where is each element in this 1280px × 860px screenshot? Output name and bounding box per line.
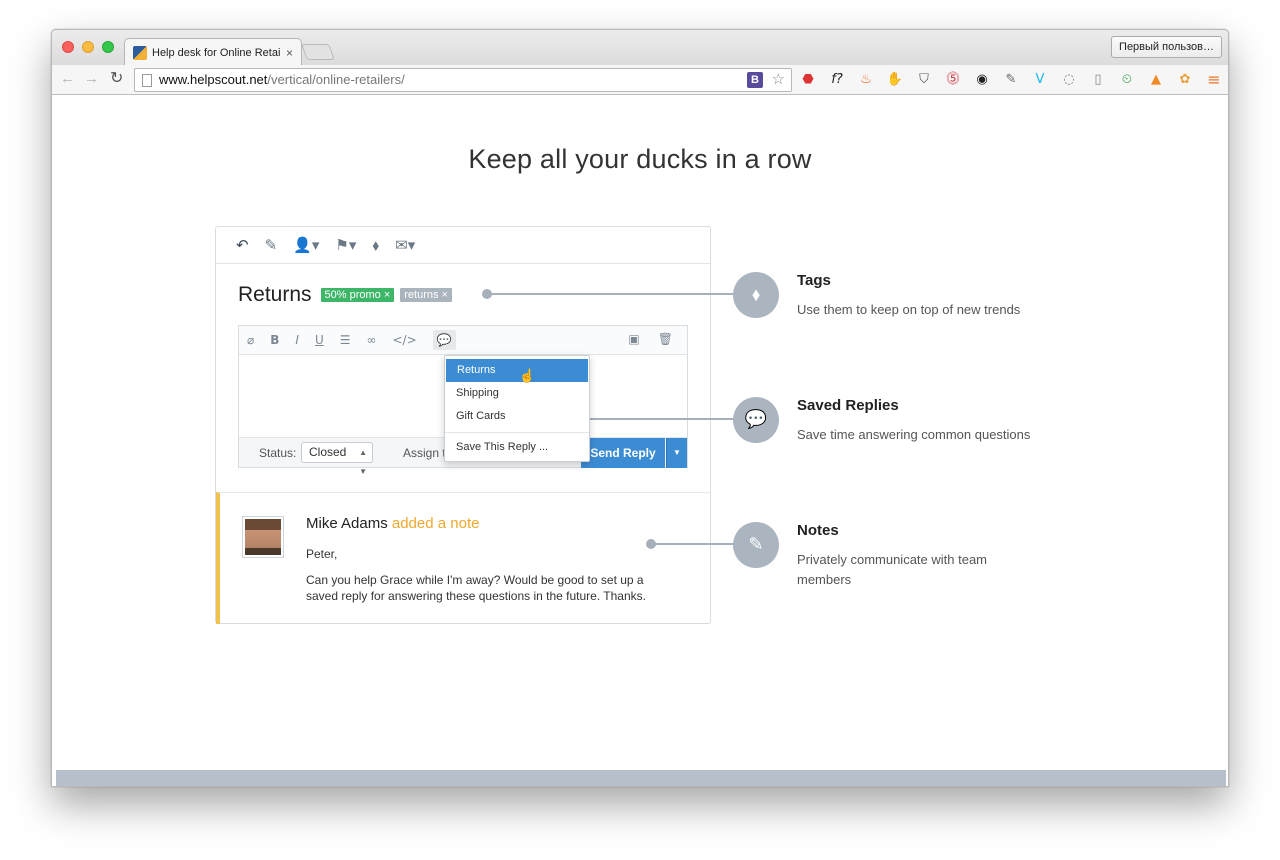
underline-icon[interactable]: U xyxy=(315,333,324,347)
pinterest-icon[interactable]: ⓹ xyxy=(943,70,963,90)
saved-reply-item[interactable]: Gift Cards xyxy=(445,405,589,428)
hand-cursor-icon: ☝ xyxy=(519,368,536,383)
helpdesk-mockup: ↶ ✎ 👤▾ ⚑▾ ⬧ ✉▾ Returns 50% promo × retur… xyxy=(215,226,711,624)
subject-row: Returns 50% promo × returns × xyxy=(238,283,452,307)
feature-desc: Save time answering common questions xyxy=(797,427,1031,442)
timer-icon[interactable]: ⏲ xyxy=(1117,70,1137,90)
editor-actions: ▣ 🗑 xyxy=(628,332,673,346)
feature-title: Saved Replies xyxy=(797,397,899,414)
vimeo-icon[interactable]: V xyxy=(1030,70,1050,90)
select-caret-icon: ▲ ▼ xyxy=(359,448,367,476)
menu-icon[interactable]: ≡ xyxy=(1204,70,1224,90)
note-author: Mike Adams xyxy=(306,515,388,532)
fx-icon[interactable]: f? xyxy=(827,70,847,90)
favicon-icon xyxy=(133,45,147,60)
saved-reply-item[interactable]: Shipping xyxy=(445,382,589,405)
bootstrap-extension-icon[interactable]: B xyxy=(747,72,763,88)
pocket-icon[interactable]: ⛉ xyxy=(914,70,934,90)
avatar xyxy=(242,516,284,558)
note-body: Can you help Grace while I'm away? Would… xyxy=(306,573,646,603)
camera-icon[interactable]: ◉ xyxy=(972,70,992,90)
code-icon[interactable]: </> xyxy=(393,333,417,347)
tag-returns[interactable]: returns × xyxy=(400,288,452,302)
evernote-icon[interactable]: ✋ xyxy=(885,70,905,90)
replies-connector-line xyxy=(565,418,737,420)
mail-icon[interactable]: ✉▾ xyxy=(395,236,415,254)
tags-connector-line xyxy=(487,293,737,295)
reload-button[interactable]: ↻ xyxy=(110,71,123,87)
circle-icon[interactable]: ◌ xyxy=(1059,70,1079,90)
browser-window: Help desk for Online Retail × Первый пол… xyxy=(51,29,1229,787)
address-bar[interactable]: www.helpscout.net/vertical/online-retail… xyxy=(134,68,792,92)
list-icon[interactable]: ☰ xyxy=(340,333,351,347)
reply-icon[interactable]: ↶ xyxy=(236,236,249,254)
paw-icon[interactable]: ✿ xyxy=(1175,70,1195,90)
pencil-plus-icon: ✎ xyxy=(733,522,779,568)
reader-icon[interactable]: ▯ xyxy=(1088,70,1108,90)
tab-title: Help desk for Online Retail xyxy=(152,46,281,59)
save-draft-icon[interactable]: ▣ xyxy=(628,332,639,346)
dropper-icon[interactable]: ✎ xyxy=(1001,70,1021,90)
browser-toolbar: ← → ↻ www.helpscout.net/vertical/online-… xyxy=(52,65,1228,95)
status-value: Closed xyxy=(309,445,347,459)
fire-icon[interactable]: ♨ xyxy=(856,70,876,90)
assign-icon[interactable]: 👤▾ xyxy=(293,236,319,254)
page-content: Keep all your ducks in a row ↶ ✎ 👤▾ ⚑▾ ⬧… xyxy=(52,96,1228,786)
url-host: www.helpscout.net xyxy=(159,72,268,87)
url-path: /vertical/online-retailers/ xyxy=(267,72,405,87)
team-note: Mike Adams added a note Peter, Can you h… xyxy=(216,492,710,624)
link-icon[interactable]: ∞ xyxy=(367,333,377,347)
italic-icon[interactable]: I xyxy=(295,333,299,347)
save-this-reply-item[interactable]: Save This Reply ... xyxy=(445,436,589,459)
browser-tab[interactable]: Help desk for Online Retail × xyxy=(124,38,302,66)
title-bar: Help desk for Online Retail × Первый пол… xyxy=(52,30,1228,66)
trash-icon[interactable]: 🗑 xyxy=(658,332,673,346)
status-select[interactable]: Closed ▲ ▼ xyxy=(301,442,373,476)
tag-icon: ⬧ xyxy=(733,272,779,318)
bold-icon[interactable]: B xyxy=(270,333,279,347)
chat-bubble-icon: 💬 xyxy=(733,397,779,443)
minimize-window-button[interactable] xyxy=(82,41,94,53)
editor-toolbar: ⌀ B I U ☰ ∞ </> 💬 ▣ 🗑 xyxy=(239,326,687,355)
feature-desc: Use them to keep on top of new trends xyxy=(797,302,1021,317)
new-tab-button[interactable] xyxy=(301,44,335,60)
bookmark-star-icon[interactable]: ☆ xyxy=(772,69,785,91)
footer-strip xyxy=(56,770,1226,786)
extension-icons: ⬣ f? ♨ ✋ ⛉ ⓹ ◉ ✎ V ◌ ▯ ⏲ ▲ ✿ ≡ xyxy=(798,70,1224,90)
note-greeting: Peter, xyxy=(306,547,338,561)
status-label: Status: xyxy=(259,446,297,460)
saved-reply-item[interactable]: Returns xyxy=(446,359,588,382)
dropdown-divider xyxy=(445,432,589,433)
saved-replies-dropdown: Returns ☝ Shipping Gift Cards Save This … xyxy=(444,355,590,462)
profile-button[interactable]: Первый пользов… xyxy=(1111,36,1222,58)
send-options-button[interactable]: ▼ xyxy=(666,438,687,468)
flag-icon[interactable]: ⚑▾ xyxy=(335,236,356,254)
tag-promo[interactable]: 50% promo × xyxy=(320,288,395,302)
zoom-window-button[interactable] xyxy=(102,41,114,53)
feature-title: Notes xyxy=(797,522,839,539)
note-action: added a note xyxy=(391,515,480,532)
feature-title: Tags xyxy=(797,272,831,289)
send-reply-button[interactable]: Send Reply xyxy=(581,438,665,468)
forward-button[interactable]: → xyxy=(84,71,99,87)
tag-icon[interactable]: ⬧ xyxy=(372,236,379,254)
note-icon[interactable]: ✎ xyxy=(265,236,278,254)
attach-icon[interactable]: ⌀ xyxy=(247,333,254,347)
conversation-toolbar: ↶ ✎ 👤▾ ⚑▾ ⬧ ✉▾ xyxy=(216,227,710,264)
page-headline: Keep all your ducks in a row xyxy=(468,144,812,174)
saved-replies-icon[interactable]: 💬 xyxy=(432,330,456,350)
conversation-subject: Returns xyxy=(238,283,312,306)
page-icon xyxy=(142,74,152,87)
back-button[interactable]: ← xyxy=(60,71,75,87)
stop-icon[interactable]: ⬣ xyxy=(798,70,818,90)
tab-close-icon[interactable]: × xyxy=(286,46,293,60)
close-window-button[interactable] xyxy=(62,41,74,53)
chart-icon[interactable]: ▲ xyxy=(1146,70,1166,90)
notes-connector-line xyxy=(651,543,737,545)
feature-desc: Privately communicate with team members xyxy=(797,552,988,587)
note-header: Mike Adams added a note xyxy=(306,515,479,532)
